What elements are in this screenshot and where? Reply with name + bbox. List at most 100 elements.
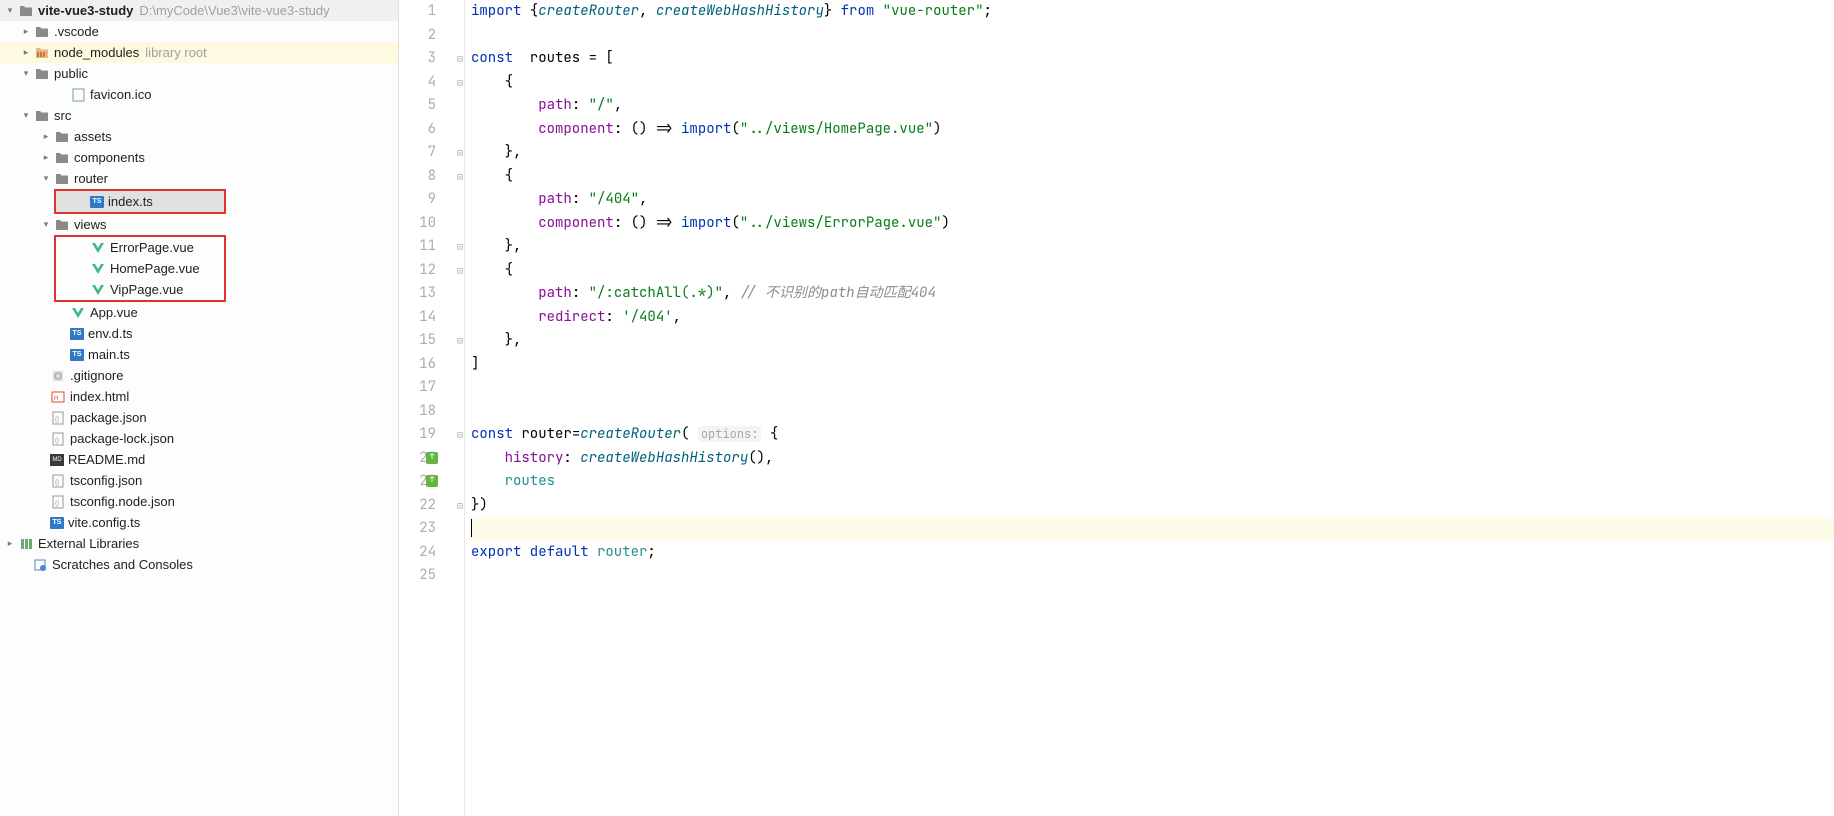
usage-badge-icon[interactable]: ↑ (426, 475, 438, 487)
line-number: 22 (399, 494, 436, 518)
folder-icon (54, 129, 70, 145)
tree-index-html[interactable]: ▸ H index.html (0, 386, 398, 407)
code-line[interactable]: }, (471, 235, 1834, 259)
code-line[interactable]: path: "/:catchAll(.*)", // 不识别的path自动匹配4… (471, 282, 1834, 306)
code-line[interactable]: const router=createRouter( options: { (471, 423, 1834, 447)
tree-external-libraries[interactable]: ▸ External Libraries (0, 533, 398, 554)
chevron-down-icon[interactable]: ▾ (20, 110, 32, 122)
fold-start-icon[interactable]: ⊟ (455, 71, 465, 95)
tree-package-json[interactable]: ▸ {} package.json (0, 407, 398, 428)
line-number: 2 (399, 24, 436, 48)
tree-node-modules[interactable]: ▸ node_modules library root (0, 42, 398, 63)
fold-gutter: ⊟ ⊟ ⊟ ⊟ ⊟ ⊟ ⊟ ⊟ ⊟ (455, 0, 465, 816)
code-line[interactable] (471, 400, 1834, 424)
tree-label: .vscode (54, 24, 99, 39)
tree-views[interactable]: ▾ views (0, 214, 398, 235)
chevron-right-icon[interactable]: ▸ (20, 47, 32, 59)
tree-public[interactable]: ▾ public (0, 63, 398, 84)
tree-vscode[interactable]: ▸ .vscode (0, 21, 398, 42)
line-number: 13 (399, 282, 436, 306)
fold-start-icon[interactable]: ⊟ (455, 423, 465, 447)
tree-router[interactable]: ▾ router (0, 168, 398, 189)
svg-text:{}: {} (55, 501, 59, 507)
fold-end-icon[interactable]: ⊟ (455, 494, 465, 518)
tree-label: assets (74, 129, 112, 144)
code-line[interactable]: ] (471, 353, 1834, 377)
fold-end-icon[interactable]: ⊟ (455, 141, 465, 165)
code-line[interactable]: history: createWebHashHistory(), (471, 447, 1834, 471)
tree-tsconfig-node[interactable]: ▸ {} tsconfig.node.json (0, 491, 398, 512)
line-number: 20↑ (399, 447, 436, 471)
code-line[interactable]: { (471, 71, 1834, 95)
code-line[interactable]: }) (471, 494, 1834, 518)
fold-start-icon[interactable]: ⊟ (455, 47, 465, 71)
chevron-right-icon[interactable]: ▸ (40, 131, 52, 143)
code-content[interactable]: import {createRouter, createWebHashHisto… (465, 0, 1834, 816)
chevron-down-icon[interactable]: ▾ (20, 68, 32, 80)
typescript-icon: TS (90, 196, 104, 208)
code-line[interactable]: { (471, 165, 1834, 189)
tree-env-d-ts[interactable]: ▸ TS env.d.ts (0, 323, 398, 344)
line-number: 12 (399, 259, 436, 283)
chevron-down-icon[interactable]: ▾ (40, 219, 52, 231)
code-line[interactable]: routes (471, 470, 1834, 494)
code-line[interactable]: }, (471, 329, 1834, 353)
svg-text:H: H (54, 396, 58, 402)
tree-label: tsconfig.node.json (70, 494, 175, 509)
code-line[interactable]: path: "/404", (471, 188, 1834, 212)
tree-root[interactable]: ▾ vite-vue3-study D:\myCode\Vue3\vite-vu… (0, 0, 398, 21)
tree-index-ts[interactable]: ▸ TS index.ts (56, 191, 224, 212)
project-tree[interactable]: ▾ vite-vue3-study D:\myCode\Vue3\vite-vu… (0, 0, 399, 816)
chevron-down-icon[interactable]: ▾ (40, 173, 52, 185)
code-line[interactable] (471, 564, 1834, 588)
tree-vite-config[interactable]: ▸ TS vite.config.ts (0, 512, 398, 533)
code-line[interactable] (471, 24, 1834, 48)
tree-home-page[interactable]: ▸ HomePage.vue (56, 258, 224, 279)
code-editor[interactable]: 1 2 3 4 5 6 7 8 9 10 11 12 13 14 15 16 1… (399, 0, 1834, 816)
code-line[interactable]: path: "/", (471, 94, 1834, 118)
folder-icon (34, 24, 50, 40)
chevron-right-icon[interactable]: ▸ (40, 152, 52, 164)
fold-end-icon[interactable]: ⊟ (455, 235, 465, 259)
code-line[interactable]: const routes = [ (471, 47, 1834, 71)
vue-icon (70, 305, 86, 321)
code-line[interactable]: component: () => import("../views/ErrorP… (471, 212, 1834, 236)
chevron-right-icon[interactable]: ▸ (20, 26, 32, 38)
code-line[interactable] (471, 376, 1834, 400)
code-line[interactable]: { (471, 259, 1834, 283)
line-number: 21↑ (399, 470, 436, 494)
tree-error-page[interactable]: ▸ ErrorPage.vue (56, 237, 224, 258)
tree-vip-page[interactable]: ▸ VipPage.vue (56, 279, 224, 300)
tree-app-vue[interactable]: ▸ App.vue (0, 302, 398, 323)
folder-icon (34, 66, 50, 82)
tree-gitignore[interactable]: ▸ .gitignore (0, 365, 398, 386)
line-number: 5 (399, 94, 436, 118)
tree-tsconfig[interactable]: ▸ {} tsconfig.json (0, 470, 398, 491)
tree-components[interactable]: ▸ components (0, 147, 398, 168)
tree-src[interactable]: ▾ src (0, 105, 398, 126)
tree-scratches[interactable]: ▸ Scratches and Consoles (0, 554, 398, 575)
code-line-current[interactable] (471, 517, 1834, 541)
tree-readme[interactable]: ▸ MD README.md (0, 449, 398, 470)
code-line[interactable]: component: () => import("../views/HomePa… (471, 118, 1834, 142)
fold-start-icon[interactable]: ⊟ (455, 165, 465, 189)
chevron-down-icon[interactable]: ▾ (4, 5, 16, 17)
tree-main-ts[interactable]: ▸ TS main.ts (0, 344, 398, 365)
code-line[interactable]: export default router; (471, 541, 1834, 565)
tree-label: VipPage.vue (110, 282, 184, 297)
tree-label: HomePage.vue (110, 261, 200, 276)
tree-assets[interactable]: ▸ assets (0, 126, 398, 147)
code-line[interactable]: import {createRouter, createWebHashHisto… (471, 0, 1834, 24)
chevron-right-icon[interactable]: ▸ (4, 538, 16, 550)
code-line[interactable]: redirect: '/404', (471, 306, 1834, 330)
line-number: 1 (399, 0, 436, 24)
fold-start-icon[interactable]: ⊟ (455, 259, 465, 283)
tree-package-lock[interactable]: ▸ {} package-lock.json (0, 428, 398, 449)
fold-end-icon[interactable]: ⊟ (455, 329, 465, 353)
tree-label: package.json (70, 410, 147, 425)
vue-icon (90, 240, 106, 256)
usage-badge-icon[interactable]: ↑ (426, 452, 438, 464)
tree-favicon[interactable]: ▸ favicon.ico (0, 84, 398, 105)
json-icon: {} (50, 473, 66, 489)
code-line[interactable]: }, (471, 141, 1834, 165)
